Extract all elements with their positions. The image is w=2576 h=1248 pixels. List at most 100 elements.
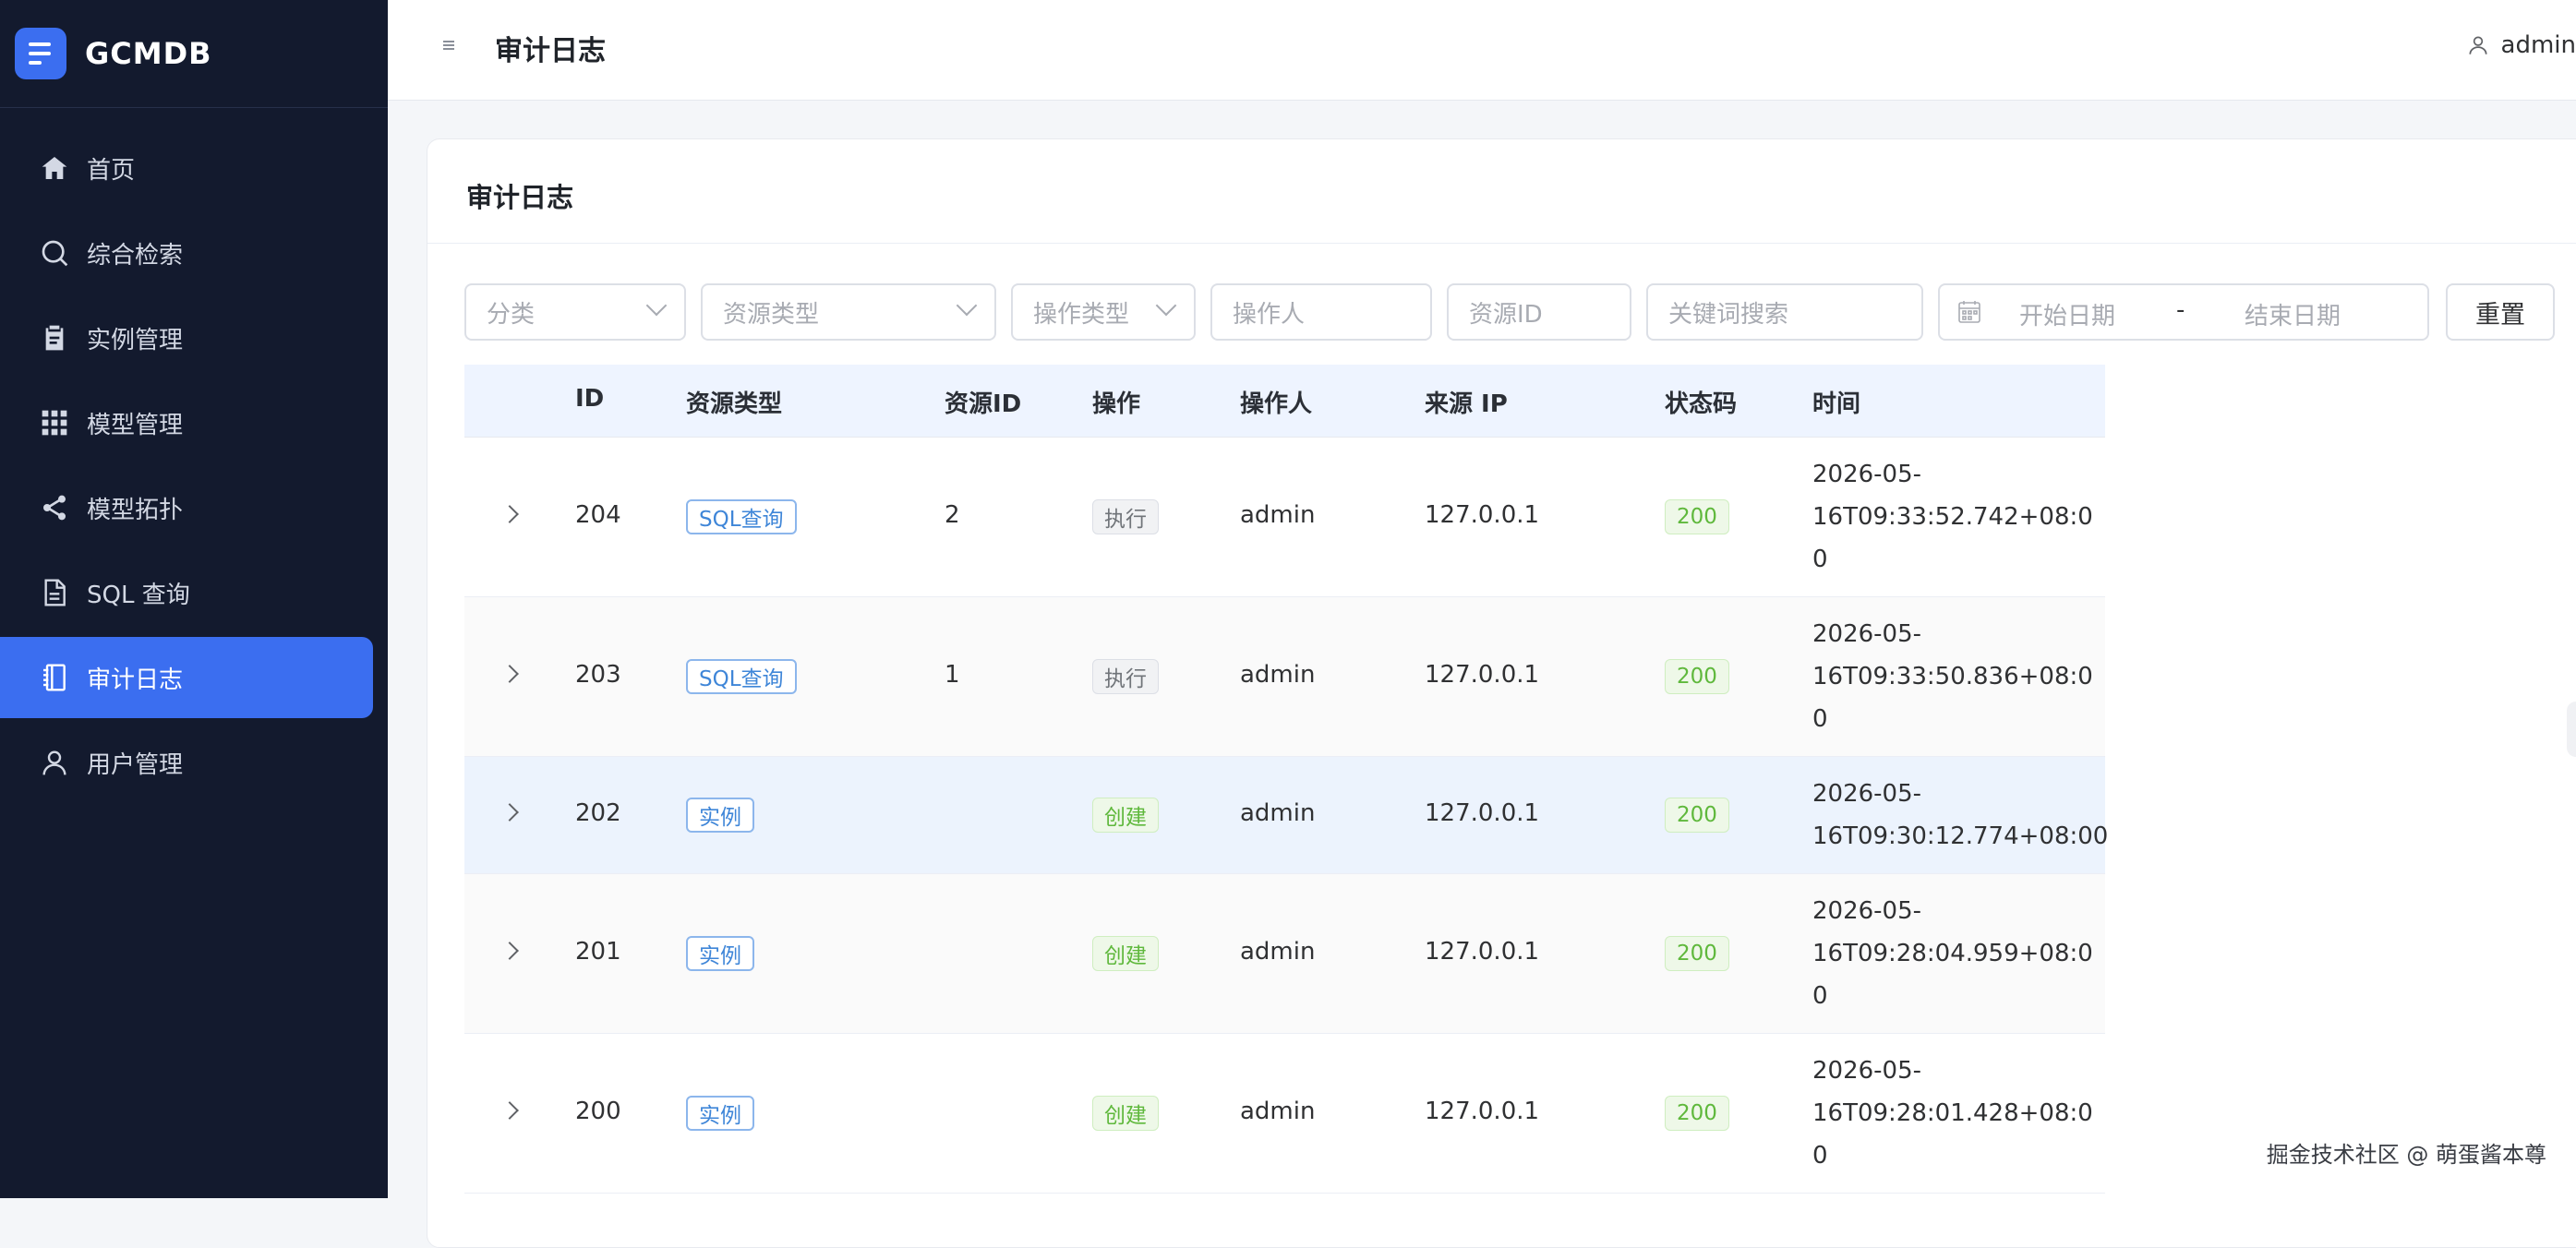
sidebar-item-label: 首页: [87, 156, 136, 185]
column-header[interactable]: 状态码: [1665, 385, 1737, 419]
resource-id-input[interactable]: 资源ID: [1447, 283, 1631, 341]
chevron-right-icon[interactable]: [500, 505, 519, 523]
source-ip: 127.0.0.1: [1425, 1098, 1540, 1125]
table-row[interactable]: 200 实例 创建 admin 127.0.0.1 200 2026-05- 16T09:28…: [464, 1034, 2105, 1194]
log-id: 201: [575, 938, 621, 966]
search-icon: [39, 237, 70, 269]
operator: admin: [1240, 938, 1316, 966]
timestamp-line: 0: [1812, 982, 1828, 1010]
share-icon: [39, 492, 70, 523]
timestamp: 2026-05- 16T09:28:04.959+08:0 0: [1812, 890, 2093, 1017]
category-select[interactable]: 分类: [464, 283, 686, 341]
operator-placeholder: 操作人: [1233, 300, 1306, 329]
operator: admin: [1240, 799, 1316, 827]
resource-type-tag: SQL查询: [686, 659, 797, 694]
divider: [427, 243, 2576, 244]
status-code-tag: 200: [1665, 936, 1729, 971]
status-code-tag: 200: [1665, 499, 1729, 534]
calendar-icon: [1958, 301, 1980, 323]
date-separator: -: [2176, 296, 2185, 324]
action-tag: 执行: [1092, 659, 1159, 694]
sidebar-item-5[interactable]: SQL 查询: [0, 552, 373, 633]
operator: admin: [1240, 661, 1316, 689]
column-header[interactable]: 操作人: [1240, 385, 1312, 419]
resource-type-tag: SQL查询: [686, 499, 797, 534]
timestamp: 2026-05- 16T09:33:52.742+08:0 0: [1812, 453, 2093, 581]
column-header[interactable]: 资源类型: [686, 385, 782, 419]
user-menu[interactable]: admin: [2466, 31, 2576, 59]
table-row[interactable]: 204 SQL查询 2 执行 admin 127.0.0.1 200 2026-05- 16T0…: [464, 438, 2105, 597]
watermark: 掘金技术社区 @ 萌蛋酱本尊: [2266, 1142, 2546, 1168]
operator-input[interactable]: 操作人: [1210, 283, 1432, 341]
timestamp-line: 2026-05-: [1812, 620, 1922, 648]
resource-type-tag: 实例: [686, 1096, 754, 1131]
date-range-picker[interactable]: 开始日期 - 结束日期: [1938, 283, 2429, 341]
column-header[interactable]: 来源 IP: [1425, 385, 1508, 419]
timestamp-line: 2026-05-: [1812, 461, 1922, 488]
home-icon: [39, 152, 70, 184]
sidebar-item-1[interactable]: 综合检索: [0, 212, 373, 294]
source-ip: 127.0.0.1: [1425, 799, 1540, 827]
column-header[interactable]: ID: [575, 385, 604, 413]
user-icon: [39, 747, 70, 778]
action-tag: 创建: [1092, 798, 1159, 833]
keyword-search-input[interactable]: 关键词搜索: [1646, 283, 1923, 341]
table-body: 204 SQL查询 2 执行 admin 127.0.0.1 200 2026-05- 16T0…: [464, 438, 2109, 1194]
reset-button[interactable]: 重置: [2446, 283, 2555, 341]
table-row[interactable]: 201 实例 创建 admin 127.0.0.1 200 2026-05- 16T09:28…: [464, 874, 2105, 1034]
status-code-tag: 200: [1665, 659, 1729, 694]
sidebar-item-label: 用户管理: [87, 750, 184, 779]
page-title: 审计日志: [495, 35, 606, 67]
table-header: ID 资源类型 资源ID 操作 操作人 来源 IP 状态码 时间: [464, 365, 2105, 438]
chevron-right-icon[interactable]: [500, 942, 519, 960]
log-id: 202: [575, 799, 621, 827]
brand: GCMDB: [0, 0, 388, 108]
sidebar-item-label: 实例管理: [87, 326, 184, 354]
sidebar-item-4[interactable]: 模型拓扑: [0, 467, 373, 548]
sidebar-item-label: 模型管理: [87, 411, 184, 439]
start-date-input[interactable]: 开始日期: [2019, 297, 2115, 331]
timestamp-line: 16T09:28:04.959+08:0: [1812, 940, 2093, 967]
action-tag: 创建: [1092, 936, 1159, 971]
sidebar-item-0[interactable]: 首页: [0, 127, 373, 209]
source-ip: 127.0.0.1: [1425, 661, 1540, 689]
resource-type-select[interactable]: 资源类型: [701, 283, 996, 341]
resource-id: 2: [945, 501, 960, 529]
end-date-input[interactable]: 结束日期: [2245, 297, 2341, 331]
sidebar-item-6[interactable]: 审计日志: [0, 637, 373, 718]
sidebar-item-2[interactable]: 实例管理: [0, 297, 373, 378]
table-row[interactable]: 202 实例 创建 admin 127.0.0.1 200 2026-05- 16T09:30…: [464, 757, 2109, 874]
timestamp: 2026-05- 16T09:28:01.428+08:0 0: [1812, 1050, 2093, 1177]
timestamp-line: 16T09:28:01.428+08:0: [1812, 1099, 2093, 1127]
floating-handle[interactable]: [2567, 702, 2576, 757]
operator: admin: [1240, 1098, 1316, 1125]
column-header[interactable]: 时间: [1812, 385, 1860, 419]
log-id: 204: [575, 501, 621, 529]
chevron-down-icon: [1155, 294, 1177, 317]
timestamp: 2026-05- 16T09:30:12.774+08:00: [1812, 773, 2109, 858]
resource-type-tag: 实例: [686, 798, 754, 833]
operation-type-select[interactable]: 操作类型: [1011, 283, 1196, 341]
table-row[interactable]: 203 SQL查询 1 执行 admin 127.0.0.1 200 2026-05- 16T0…: [464, 597, 2105, 757]
chevron-right-icon[interactable]: [500, 1101, 519, 1120]
resource-type-tag: 实例: [686, 936, 754, 971]
username: admin: [2500, 31, 2576, 59]
sidebar: GCMDB 首页综合检索实例管理模型管理模型拓扑 SQL 查询 审计日志用户管理: [0, 0, 388, 1198]
sidebar-item-label: 综合检索: [87, 241, 184, 270]
sidebar-item-7[interactable]: 用户管理: [0, 722, 373, 803]
sidebar-item-3[interactable]: 模型管理: [0, 382, 373, 463]
chevron-right-icon[interactable]: [500, 803, 519, 822]
resource-id-placeholder: 资源ID: [1469, 300, 1543, 329]
source-ip: 127.0.0.1: [1425, 938, 1540, 966]
timestamp-line: 16T09:30:12.774+08:00: [1812, 822, 2109, 850]
column-header[interactable]: 操作: [1092, 385, 1140, 419]
chevron-right-icon[interactable]: [500, 665, 519, 683]
log-id: 200: [575, 1098, 621, 1125]
chevron-down-icon: [956, 294, 978, 317]
category-placeholder: 分类: [487, 300, 536, 329]
hamburger-icon[interactable]: [443, 41, 454, 50]
keyword-placeholder: 关键词搜索: [1668, 300, 1789, 329]
column-header[interactable]: 资源ID: [945, 385, 1021, 419]
timestamp-line: 2026-05-: [1812, 1057, 1922, 1085]
action-tag: 执行: [1092, 499, 1159, 534]
